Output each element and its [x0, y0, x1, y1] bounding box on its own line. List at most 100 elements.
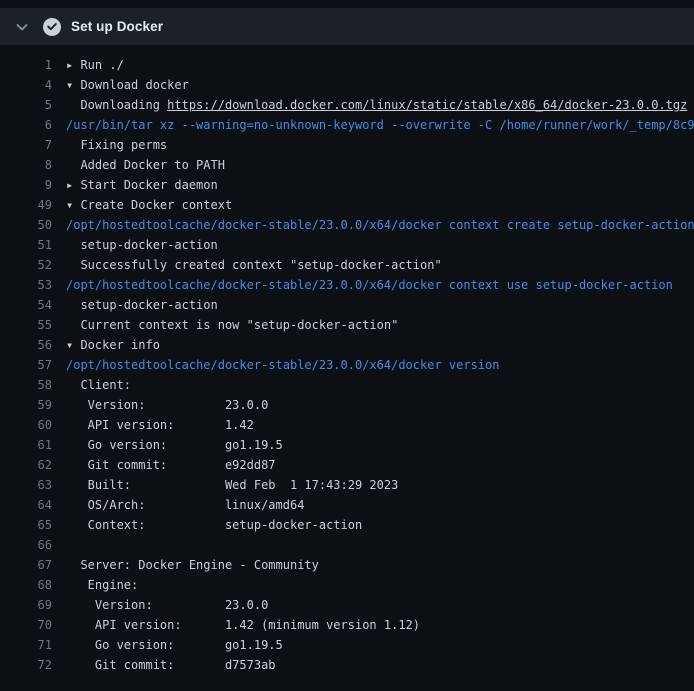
line-number[interactable]: 66 — [0, 535, 52, 555]
log-line-content: /opt/hostedtoolcache/docker-stable/23.0.… — [52, 275, 694, 295]
log-area: 1 ▸ Run ./ 4▾ Download docker5 Downloading… — [0, 45, 694, 675]
log-group-line[interactable]: 56▾ Docker info — [0, 335, 694, 355]
line-number[interactable]: 67 — [0, 555, 52, 575]
group-toggle-marker-icon: ▾ — [66, 198, 80, 212]
line-number[interactable]: 64 — [0, 495, 52, 515]
chevron-down-icon[interactable] — [10, 15, 34, 39]
log-text: Docker info — [80, 338, 159, 352]
log-line-content: Client: — [52, 375, 694, 395]
line-number[interactable]: 6 — [0, 115, 52, 135]
log-text: Current context is now "setup-docker-act… — [66, 318, 398, 332]
log-line-content: setup-docker-action — [52, 295, 694, 315]
log-text: Client: — [66, 378, 131, 392]
log-line: 71 Go version: go1.19.5 — [0, 635, 694, 655]
log-line-content: Engine: — [52, 575, 694, 595]
log-line: 51 setup-docker-action — [0, 235, 694, 255]
log-line-content: Version: 23.0.0 — [52, 595, 694, 615]
line-number[interactable]: 53 — [0, 275, 52, 295]
line-number[interactable]: 7 — [0, 135, 52, 155]
line-number[interactable]: 63 — [0, 475, 52, 495]
log-line: 53/opt/hostedtoolcache/docker-stable/23.… — [0, 275, 694, 295]
log-line: 55 Current context is now "setup-docker-… — [0, 315, 694, 335]
log-text: Added Docker to PATH — [66, 158, 225, 172]
line-number[interactable]: 70 — [0, 615, 52, 635]
line-number[interactable]: 50 — [0, 215, 52, 235]
line-number[interactable]: 51 — [0, 235, 52, 255]
log-line: 5 Downloading https://download.docker.co… — [0, 95, 694, 115]
step-header[interactable]: Set up Docker — [0, 8, 694, 45]
log-line-content: /opt/hostedtoolcache/docker-stable/23.0.… — [52, 215, 694, 235]
log-line: 61 Go version: go1.19.5 — [0, 435, 694, 455]
log-text: Built: Wed Feb 1 17:43:29 2023 — [66, 478, 398, 492]
line-number[interactable]: 61 — [0, 435, 52, 455]
line-number[interactable]: 1 — [0, 55, 52, 75]
log-line-content: OS/Arch: linux/amd64 — [52, 495, 694, 515]
log-text: Fixing perms — [66, 138, 167, 152]
log-url-link[interactable]: https://download.docker.com/linux/static… — [167, 98, 687, 112]
line-number[interactable]: 60 — [0, 415, 52, 435]
log-line: 66 — [0, 535, 694, 555]
log-text: Go version: go1.19.5 — [66, 638, 283, 652]
log-line-content: setup-docker-action — [52, 235, 694, 255]
command-text: /opt/hostedtoolcache/docker-stable/23.0.… — [66, 218, 694, 232]
log-text: API version: 1.42 (minimum version 1.12) — [66, 618, 420, 632]
log-group-line[interactable]: 1 ▸ Run ./ — [0, 55, 694, 75]
line-number[interactable]: 5 — [0, 95, 52, 115]
log-line-content: API version: 1.42 — [52, 415, 694, 435]
group-toggle-marker-icon: ▸ — [66, 58, 80, 72]
log-line: 59 Version: 23.0.0 — [0, 395, 694, 415]
line-number[interactable]: 4 — [0, 75, 52, 95]
command-text: /usr/bin/tar xz --warning=no-unknown-key… — [66, 118, 694, 132]
log-line-content: Go version: go1.19.5 — [52, 635, 694, 655]
log-line: 58 Client: — [0, 375, 694, 395]
log-line-content: Current context is now "setup-docker-act… — [52, 315, 694, 335]
line-number[interactable]: 72 — [0, 655, 52, 675]
log-line-content: ▾ Create Docker context — [52, 195, 694, 215]
log-line: 7 Fixing perms — [0, 135, 694, 155]
line-number[interactable]: 71 — [0, 635, 52, 655]
log-line-content: ▸ Start Docker daemon — [52, 175, 694, 195]
line-number[interactable]: 56 — [0, 335, 52, 355]
log-text: Version: 23.0.0 — [66, 598, 268, 612]
line-number[interactable]: 58 — [0, 375, 52, 395]
log-text: Create Docker context — [80, 198, 232, 212]
command-text: /opt/hostedtoolcache/docker-stable/23.0.… — [66, 358, 499, 372]
log-line: 67 Server: Docker Engine - Community — [0, 555, 694, 575]
log-text: setup-docker-action — [66, 298, 218, 312]
line-number[interactable]: 69 — [0, 595, 52, 615]
log-line: 65 Context: setup-docker-action — [0, 515, 694, 535]
log-line-content: Go version: go1.19.5 — [52, 435, 694, 455]
log-text: Context: setup-docker-action — [66, 518, 362, 532]
log-group-line[interactable]: 49▾ Create Docker context — [0, 195, 694, 215]
line-number[interactable]: 59 — [0, 395, 52, 415]
log-line: 69 Version: 23.0.0 — [0, 595, 694, 615]
line-number[interactable]: 57 — [0, 355, 52, 375]
log-line: 57/opt/hostedtoolcache/docker-stable/23.… — [0, 355, 694, 375]
line-number[interactable]: 65 — [0, 515, 52, 535]
log-group-line[interactable]: 4▾ Download docker — [0, 75, 694, 95]
log-line-content: Context: setup-docker-action — [52, 515, 694, 535]
log-line: 54 setup-docker-action — [0, 295, 694, 315]
log-line-content: Downloading https://download.docker.com/… — [52, 95, 694, 115]
log-group-line[interactable]: 9▸ Start Docker daemon — [0, 175, 694, 195]
log-line-content: Added Docker to PATH — [52, 155, 694, 175]
log-text: Version: 23.0.0 — [66, 398, 268, 412]
log-line-content: ▾ Download docker — [52, 75, 694, 95]
log-text: Run ./ — [80, 58, 123, 72]
line-number[interactable]: 52 — [0, 255, 52, 275]
line-number[interactable]: 62 — [0, 455, 52, 475]
line-number[interactable]: 8 — [0, 155, 52, 175]
line-number[interactable]: 54 — [0, 295, 52, 315]
line-number[interactable]: 55 — [0, 315, 52, 335]
line-number[interactable]: 49 — [0, 195, 52, 215]
log-line-content: Git commit: d7573ab — [52, 655, 694, 675]
log-text: Go version: go1.19.5 — [66, 438, 283, 452]
log-line: 8 Added Docker to PATH — [0, 155, 694, 175]
log-text: Successfully created context "setup-dock… — [66, 258, 442, 272]
group-toggle-marker-icon: ▸ — [66, 178, 80, 192]
log-text: API version: 1.42 — [66, 418, 254, 432]
log-line-content: Git commit: e92dd87 — [52, 455, 694, 475]
line-number[interactable]: 9 — [0, 175, 52, 195]
success-check-icon — [43, 18, 61, 36]
line-number[interactable]: 68 — [0, 575, 52, 595]
